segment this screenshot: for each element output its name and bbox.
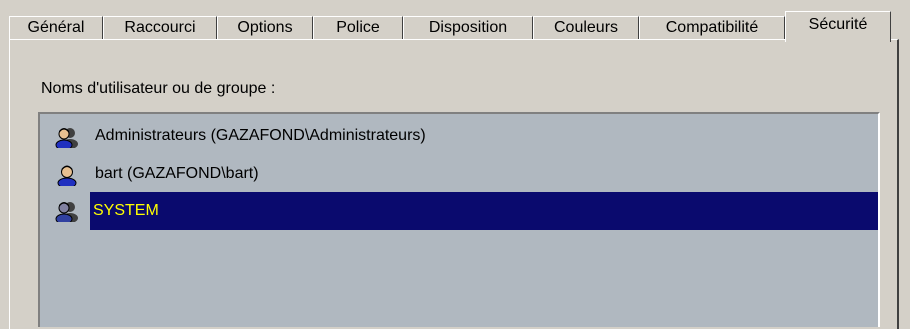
list-item[interactable]: bart (GAZAFOND\bart) <box>44 156 878 194</box>
tab-couleurs[interactable]: Couleurs <box>533 16 639 40</box>
tab-raccourci[interactable]: Raccourci <box>103 16 217 40</box>
list-item-label: bart (GAZAFOND\bart) <box>95 165 259 182</box>
list-item-label: Administrateurs (GAZAFOND\Administrateur… <box>95 127 426 144</box>
users-groups-label: Noms d'utilisateur ou de groupe : <box>41 80 276 97</box>
users-groups-list[interactable]: Administrateurs (GAZAFOND\Administrateur… <box>38 112 880 327</box>
tab-police[interactable]: Police <box>313 16 403 40</box>
tab-compatibilite[interactable]: Compatibilité <box>639 16 785 40</box>
user-group-icon <box>55 200 79 225</box>
tab-strip: Général Raccourci Options Police Disposi… <box>0 0 910 42</box>
user-group-icon <box>55 126 79 151</box>
list-item-label: SYSTEM <box>90 192 878 230</box>
tab-general[interactable]: Général <box>9 16 103 40</box>
user-icon <box>55 164 79 189</box>
list-item-selected[interactable]: SYSTEM <box>44 192 878 230</box>
tab-disposition[interactable]: Disposition <box>403 16 533 40</box>
tab-options[interactable]: Options <box>217 16 313 40</box>
tab-securite[interactable]: Sécurité <box>785 11 891 42</box>
list-item[interactable]: Administrateurs (GAZAFOND\Administrateur… <box>44 118 878 156</box>
